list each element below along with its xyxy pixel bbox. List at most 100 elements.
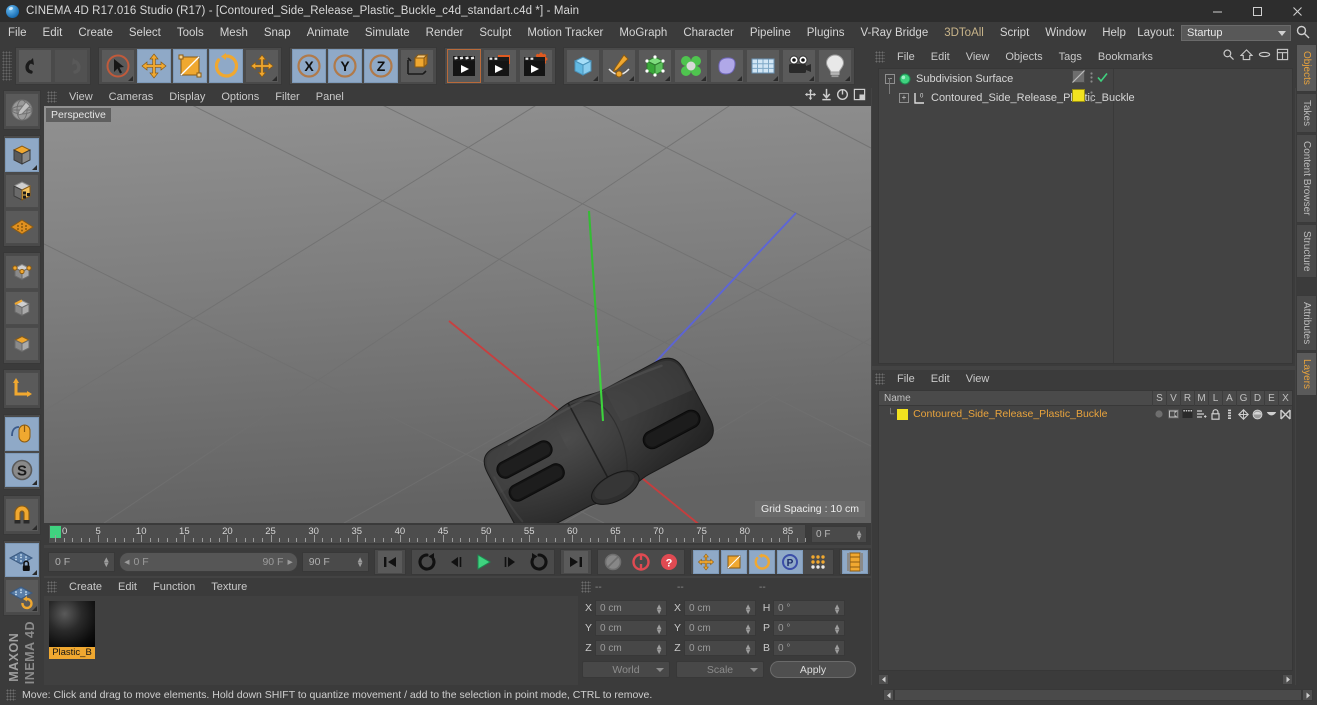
tab-layers[interactable]: Layers <box>1296 352 1317 397</box>
render-to-picture-viewer-icon[interactable] <box>483 49 517 83</box>
search-icon[interactable] <box>1222 48 1235 66</box>
coord-input-rot-p[interactable]: 0 ° ▲ ▼ <box>773 620 845 636</box>
minus-icon[interactable] <box>1258 48 1271 66</box>
scale-tool-icon[interactable] <box>173 49 207 83</box>
add-camera-icon[interactable] <box>782 49 816 83</box>
coordinates-grip[interactable] <box>581 581 591 593</box>
xref-icon[interactable] <box>1278 409 1292 420</box>
go-to-end-button[interactable] <box>563 550 589 574</box>
visible-icon[interactable] <box>1166 409 1180 419</box>
coord-input-size-x[interactable]: 0 cm ▲ ▼ <box>684 600 756 616</box>
model-mode-icon[interactable] <box>5 138 39 172</box>
object-row-subdivision-surface[interactable]: − Subdivision Surface <box>879 69 1292 88</box>
add-generator-icon[interactable] <box>638 49 672 83</box>
material-menu-edit[interactable]: Edit <box>110 581 145 593</box>
progress-right-arrow-icon[interactable] <box>1302 689 1313 701</box>
maximize-button[interactable] <box>1237 0 1277 22</box>
step-forward-button[interactable] <box>498 550 524 574</box>
deformers-icon[interactable] <box>1250 409 1264 420</box>
apply-button[interactable]: Apply <box>770 661 856 678</box>
menu-pipeline[interactable]: Pipeline <box>742 22 799 44</box>
redo-button[interactable] <box>54 49 88 83</box>
timeline-frame-field[interactable]: 0 F ▲ ▼ <box>811 525 867 543</box>
tab-structure[interactable]: Structure <box>1296 223 1317 279</box>
scroll-left-arrow-icon[interactable] <box>878 673 889 685</box>
spinner-icon[interactable]: ▲ ▼ <box>833 623 841 636</box>
spinner-icon[interactable]: ▲ ▼ <box>102 556 110 569</box>
coord-input-rot-h[interactable]: 0 ° ▲ ▼ <box>773 600 845 616</box>
menu-sculpt[interactable]: Sculpt <box>471 22 519 44</box>
menu-script[interactable]: Script <box>992 22 1037 44</box>
spinner-icon[interactable]: ▲ ▼ <box>655 603 663 616</box>
animation-icon[interactable] <box>1222 409 1236 420</box>
object-menu-file[interactable]: File <box>889 51 923 63</box>
solo-icon[interactable] <box>1152 409 1166 419</box>
workplane-mode-icon[interactable] <box>5 210 39 244</box>
layer-list[interactable]: Name S V R M L A G D E X └ Contoured_Sid… <box>878 390 1293 671</box>
spinner-icon[interactable]: ▲ ▼ <box>744 623 752 636</box>
autokeying-button[interactable] <box>628 550 654 574</box>
material-list[interactable]: Plastic_B <box>44 596 578 685</box>
add-mograph-icon[interactable] <box>674 49 708 83</box>
tab-objects[interactable]: Objects <box>1296 44 1317 92</box>
menu-3dtoall[interactable]: 3DToAll <box>936 22 992 44</box>
home-icon[interactable] <box>1239 48 1254 66</box>
expressions-icon[interactable] <box>1264 410 1278 419</box>
dolly-icon[interactable] <box>821 88 832 106</box>
layout-icon[interactable] <box>1276 48 1289 66</box>
param-key-button[interactable]: P <box>777 550 803 574</box>
menu-mograph[interactable]: MoGraph <box>611 22 675 44</box>
none-tag-icon[interactable] <box>1072 69 1085 88</box>
coord-input-rot-b[interactable]: 0 ° ▲ ▼ <box>773 640 845 656</box>
spinner-icon[interactable]: ▲ ▼ <box>655 643 663 656</box>
undo-button[interactable] <box>18 49 52 83</box>
go-to-start-button[interactable] <box>377 550 403 574</box>
viewport-menu-panel[interactable]: Panel <box>308 91 352 103</box>
enable-axis-icon[interactable] <box>5 417 39 451</box>
material-manager-grip[interactable] <box>47 581 57 593</box>
rotation-key-button[interactable] <box>749 550 775 574</box>
spinner-icon[interactable]: ▲ ▼ <box>356 556 364 569</box>
play-backwards-button[interactable] <box>414 550 440 574</box>
frame-start-field[interactable]: 0 F ▲ ▼ <box>48 552 116 572</box>
menu-mesh[interactable]: Mesh <box>212 22 256 44</box>
make-editable-icon[interactable] <box>5 93 39 127</box>
object-menu-edit[interactable]: Edit <box>923 51 958 63</box>
render-view-icon[interactable] <box>447 49 481 83</box>
frame-max-field[interactable]: 90 F ▲ ▼ <box>301 552 369 572</box>
add-scene-icon[interactable] <box>746 49 780 83</box>
soft-selection-icon[interactable]: S <box>5 453 39 487</box>
menu-help[interactable]: Help <box>1094 22 1134 44</box>
object-menu-bookmarks[interactable]: Bookmarks <box>1090 51 1161 63</box>
point-mode-icon[interactable] <box>5 255 39 289</box>
viewport-grip[interactable] <box>47 91 57 103</box>
world-object-axis-icon[interactable] <box>400 49 434 83</box>
viewport-menu-cameras[interactable]: Cameras <box>101 91 162 103</box>
material-menu-texture[interactable]: Texture <box>203 581 255 593</box>
viewport-menu-filter[interactable]: Filter <box>267 91 307 103</box>
range-right-arrow-icon[interactable]: ▸ <box>287 556 292 568</box>
pla-key-button[interactable] <box>805 550 831 574</box>
object-row-contoured-buckle[interactable]: + 0 Contoured_Side_Release_Plastic_Buckl… <box>879 78 1292 107</box>
layer-horizontal-scrollbar[interactable] <box>878 673 1293 685</box>
layer-color-swatch[interactable] <box>897 408 909 420</box>
move-tool-icon[interactable] <box>137 49 171 83</box>
edge-mode-icon[interactable] <box>5 291 39 325</box>
rotate-view-icon[interactable] <box>836 88 849 106</box>
layer-row[interactable]: └ Contoured_Side_Release_Plastic_Buckle <box>879 406 1292 422</box>
spinner-icon[interactable]: ▲ ▼ <box>744 643 752 656</box>
live-selection-icon[interactable] <box>101 49 135 83</box>
check-icon[interactable] <box>1097 70 1108 88</box>
material-tag-icon[interactable] <box>1072 88 1085 107</box>
step-back-button[interactable] <box>442 550 468 574</box>
menu-motion-tracker[interactable]: Motion Tracker <box>519 22 611 44</box>
tab-attributes[interactable]: Attributes <box>1296 295 1317 352</box>
viewport-menu-display[interactable]: Display <box>161 91 213 103</box>
material-menu-create[interactable]: Create <box>61 581 110 593</box>
coord-input-pos-z[interactable]: 0 cm ▲ ▼ <box>595 640 667 656</box>
coord-input-size-y[interactable]: 0 cm ▲ ▼ <box>684 620 756 636</box>
expand-toggle-icon[interactable]: + <box>899 92 909 103</box>
menu-tools[interactable]: Tools <box>169 22 212 44</box>
keyframe-selection-button[interactable]: ? <box>656 550 682 574</box>
layer-manager-grip[interactable] <box>875 373 885 385</box>
